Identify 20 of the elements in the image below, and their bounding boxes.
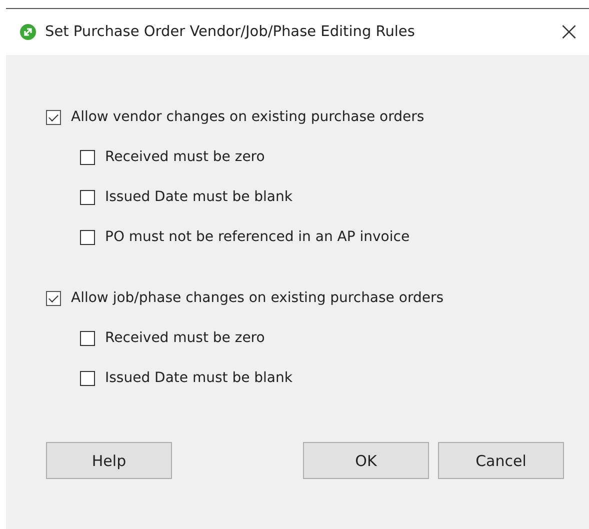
cancel-button[interactable]: Cancel — [438, 442, 564, 479]
checkbox[interactable] — [80, 150, 95, 164]
window-title: Set Purchase Order Vendor/Job/Phase Editing Rules — [45, 24, 416, 40]
checkbox-label: Received must be zero — [105, 330, 265, 346]
checkbox[interactable] — [80, 190, 95, 204]
app-logo-icon — [20, 24, 36, 40]
checkbox-label: Issued Date must be blank — [105, 370, 292, 386]
help-button[interactable]: Help — [46, 442, 172, 479]
checkbox[interactable] — [80, 230, 95, 244]
close-button[interactable]: × — [549, 17, 589, 47]
checkbox[interactable] — [46, 290, 61, 306]
checkbox[interactable] — [80, 330, 95, 346]
checkbox-label: Received must be zero — [105, 149, 265, 165]
checkbox-label: Allow vendor changes on existing purchase orders — [71, 109, 424, 125]
checkbox-label: PO must not be referenced in an AP invoice — [105, 229, 410, 245]
checkbox[interactable] — [80, 370, 95, 386]
checkbox-label: Issued Date must be blank — [105, 189, 292, 205]
ok-button[interactable]: OK — [303, 442, 429, 479]
checkbox-label: Allow job/phase changes on existing purchase orders — [71, 290, 444, 306]
checkbox[interactable] — [46, 110, 61, 124]
